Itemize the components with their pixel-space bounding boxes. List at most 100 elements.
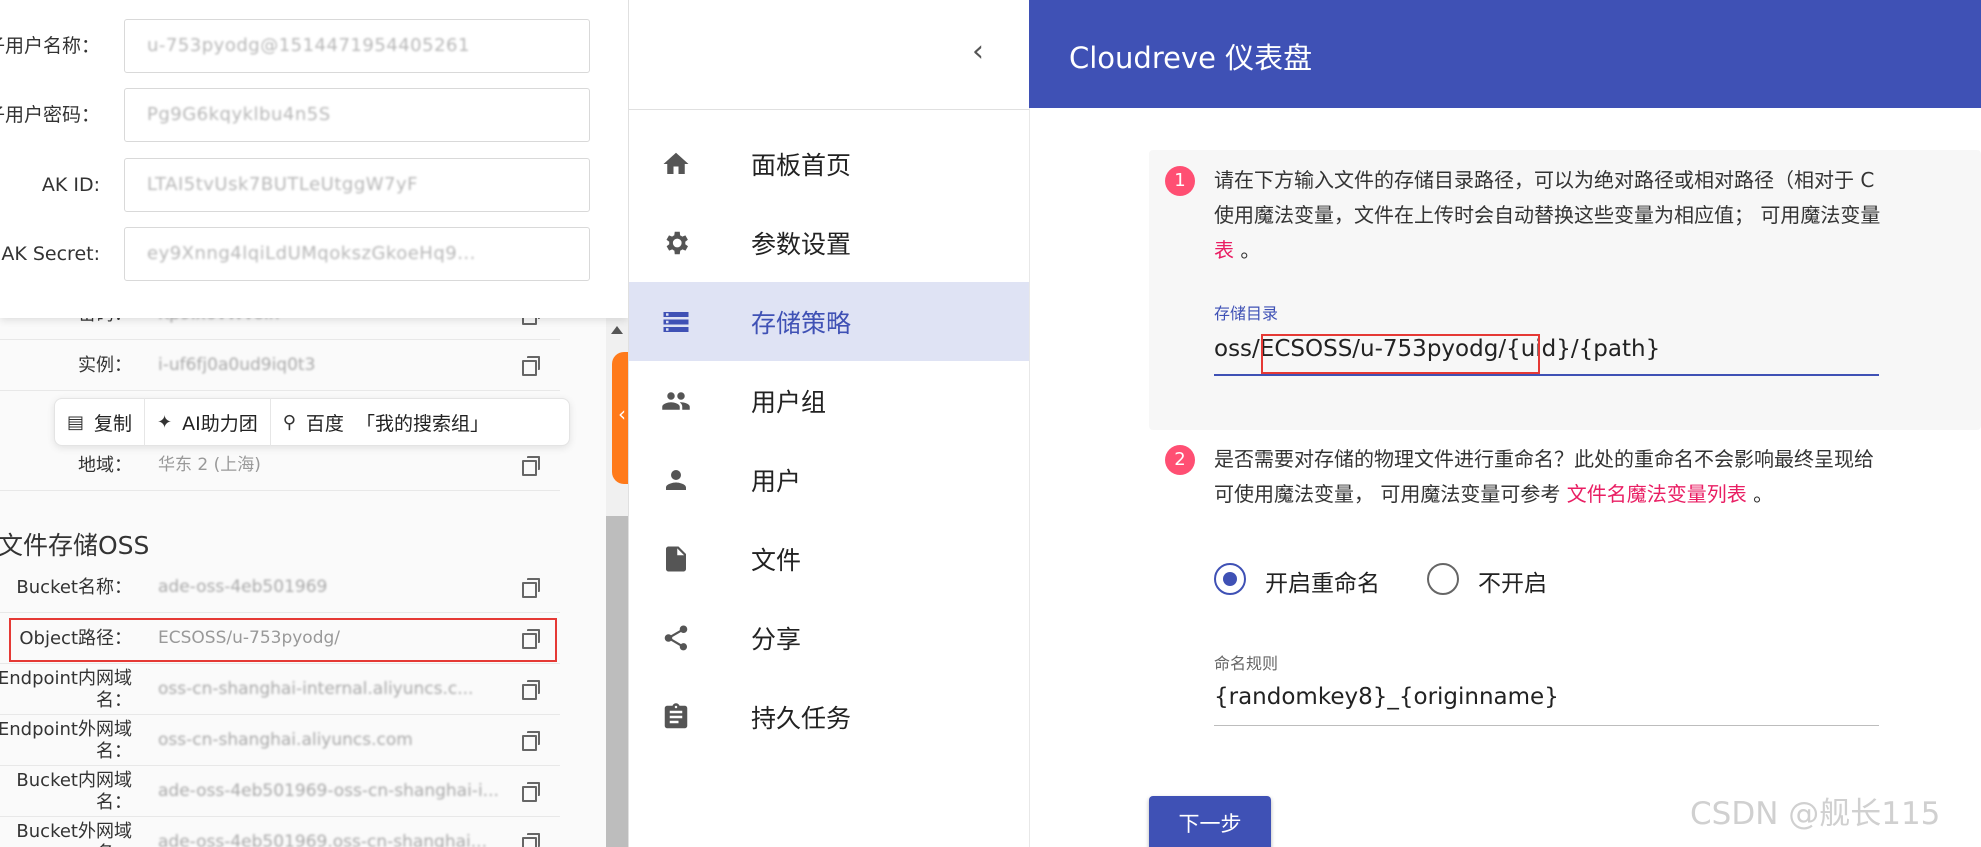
rename-on-radio[interactable]: [1214, 563, 1246, 595]
region-value: 华东 2 (上海): [158, 455, 261, 475]
step-2-text-suffix: 。: [1746, 482, 1774, 506]
ak-secret-field[interactable]: ey9Xnng4lqiLdUMqokszGkoeHq9...: [124, 227, 590, 281]
copy-icon[interactable]: [522, 731, 540, 751]
sub-user-name-value: u-753pyodg@1514471954405261: [147, 35, 470, 56]
sidebar-item-dashboard[interactable]: 面板首页: [629, 124, 1029, 203]
sidebar-item-tasks[interactable]: 持久任务: [629, 677, 1029, 756]
scroll-up-arrow-icon[interactable]: [611, 326, 623, 334]
ak-secret-row: AK Secret: ey9Xnng4lqiLdUMqokszGkoeHq9..…: [0, 227, 628, 281]
sidebar-item-shares[interactable]: 分享: [629, 598, 1029, 677]
search-icon: ⚲: [282, 411, 296, 433]
magic-variable-link[interactable]: 表: [1214, 238, 1234, 262]
object-path-value: ECSOSS/u-753pyodg/: [158, 628, 341, 648]
share-icon: [659, 623, 693, 653]
storage-icon: [659, 307, 693, 337]
sidebar-item-label: 面板首页: [751, 150, 852, 180]
sub-user-password-value: Pg9G6kqyklbu4n5S: [147, 104, 331, 125]
sidebar-header: ‹: [629, 0, 1029, 110]
sub-user-password-label: 子用户密码：: [0, 104, 100, 126]
main-content: Cloudreve 仪表盘 1 请在下方输入文件的存储目录路径，可以为绝对路径或…: [1029, 0, 1981, 847]
file-icon: [659, 544, 693, 574]
ak-id-label: AK ID:: [41, 174, 100, 196]
sidebar-item-user-groups[interactable]: 用户组: [629, 361, 1029, 440]
instance-row: 实例： i-uf6fj0a0ud9iq0t3: [0, 341, 560, 391]
credential-panel: 子用户名称： u-753pyodg@1514471954405261 子用户密码…: [0, 0, 628, 847]
sidebar-item-label: 用户: [751, 466, 802, 496]
filename-magic-variable-link[interactable]: 文件名魔法变量列表: [1567, 482, 1747, 506]
endpoint-internal-value: oss-cn-shanghai-internal.aliyuncs.c...: [158, 679, 474, 699]
bucket-name-row: Bucket名称： ade-oss-4eb501969: [0, 563, 560, 613]
chevron-left-icon[interactable]: ‹: [963, 37, 993, 68]
ak-secret-label: AK Secret:: [1, 243, 100, 265]
storage-dir-suffix: /{uid}/{path}: [1498, 336, 1661, 362]
sidebar-item-users[interactable]: 用户: [629, 440, 1029, 519]
storage-dir-underline: [1214, 374, 1879, 376]
ai-assist-label: AI助力团: [182, 412, 258, 435]
sidebar-item-label: 用户组: [751, 387, 827, 417]
endpoint-internal-label-line1: Endpoint内网域: [0, 668, 132, 689]
sidebar-item-storage-policy[interactable]: 存储策略: [629, 282, 1029, 361]
ak-id-field[interactable]: LTAI5tvUsk7BUTLeUtggW7yF: [124, 158, 590, 212]
copy-icon[interactable]: [522, 456, 540, 476]
sidebar-item-files[interactable]: 文件: [629, 519, 1029, 598]
instance-label: 实例：: [78, 355, 132, 376]
copy-icon[interactable]: [522, 356, 540, 376]
ai-assist-action[interactable]: ✦ AI助力团: [145, 398, 271, 446]
bucket-internal-row: Bucket内网域 名： ade-oss-4eb501969-oss-cn-sha…: [0, 767, 560, 817]
endpoint-external-label-line1: Endpoint外网域: [0, 719, 132, 740]
next-step-button[interactable]: 下一步: [1149, 796, 1271, 847]
sidebar-item-label: 文件: [751, 545, 802, 575]
copy-icon[interactable]: [522, 833, 540, 847]
gear-icon: [659, 228, 693, 258]
sidebar-item-label: 分享: [751, 624, 802, 654]
sub-user-password-field[interactable]: Pg9G6kqyklbu4n5S: [124, 88, 590, 142]
rename-on-label: 开启重命名: [1265, 571, 1380, 597]
step-2-number: 2: [1165, 445, 1195, 475]
endpoint-external-row: Endpoint外网域 名： oss-cn-shanghai.aliyuncs.c…: [0, 716, 560, 766]
copy-icon[interactable]: [522, 578, 540, 598]
step-1-text-line2: 使用魔法变量，文件在上传时会自动替换这些变量为相应值； 可用魔法变量: [1214, 203, 1881, 227]
copy-icon[interactable]: [522, 629, 540, 649]
side-expand-tab[interactable]: [612, 352, 628, 484]
naming-rule-label: 命名规则: [1214, 654, 1279, 673]
oss-section-title: 文件存储OSS: [0, 531, 150, 560]
rename-off-radio[interactable]: [1427, 563, 1459, 595]
baidu-label: 百度: [305, 412, 344, 435]
bucket-external-row: Bucket外网域名： ade-oss-4eb501969.oss-cn-sha…: [0, 818, 560, 847]
endpoint-internal-row: Endpoint内网域 名： oss-cn-shanghai-internal.a…: [0, 665, 560, 715]
copy-icon[interactable]: [522, 782, 540, 802]
search-group-label: 「我的搜索组」: [355, 412, 489, 435]
step-1-text-line3: 表 。: [1214, 233, 1260, 268]
bucket-external-value: ade-oss-4eb501969.oss-cn-shanghai...: [158, 832, 487, 847]
sidebar-item-label: 参数设置: [751, 229, 852, 259]
sparkle-icon: ✦: [157, 411, 173, 433]
sub-user-name-row: 子用户名称： u-753pyodg@1514471954405261: [0, 19, 628, 73]
region-row: 地域： 华东 2 (上海): [0, 441, 560, 491]
bucket-internal-label: Bucket内网域 名：: [16, 767, 132, 817]
sub-user-name-field[interactable]: u-753pyodg@1514471954405261: [124, 19, 590, 73]
storage-dir-label: 存储目录: [1214, 304, 1279, 323]
copy-icon[interactable]: [522, 680, 540, 700]
step-2-text-line2: 可使用魔法变量， 可用魔法变量可参考 文件名魔法变量列表 。: [1214, 477, 1773, 512]
step-2-text-line1: 是否需要对存储的物理文件进行重命名？此处的重命名不会影响最终呈现给: [1214, 447, 1874, 471]
instance-value: i-uf6fj0a0ud9iq0t3: [158, 355, 316, 375]
step-1-text-line1: 请在下方输入文件的存储目录路径，可以为绝对路径或相对路径（相对于 C: [1214, 168, 1875, 192]
bucket-external-label-line2: 名：: [96, 843, 132, 847]
baidu-search-action[interactable]: ⚲ 百度 「我的搜索组」: [271, 398, 501, 446]
copy-action[interactable]: ▤ 复制: [55, 398, 146, 446]
storage-dir-input[interactable]: oss/ECSOSS/u-753pyodg/{uid}/{path}: [1214, 336, 1660, 362]
user-icon: [659, 465, 693, 495]
naming-rule-input[interactable]: {randomkey8}_{originname}: [1214, 684, 1559, 710]
document-icon: ▤: [67, 411, 85, 433]
scrollbar-thumb[interactable]: [606, 516, 628, 847]
endpoint-external-label: Endpoint外网域 名：: [0, 716, 132, 766]
storage-dir-prefix: oss/: [1214, 336, 1260, 362]
sidebar-item-settings[interactable]: 参数设置: [629, 203, 1029, 282]
bucket-external-label: Bucket外网域名：: [16, 818, 132, 847]
object-path-row: Object路径： ECSOSS/u-753pyodg/: [0, 614, 560, 664]
sidebar-item-label: 持久任务: [751, 703, 852, 733]
copy-action-label: 复制: [94, 412, 133, 435]
sub-user-password-row: 子用户密码： Pg9G6kqyklbu4n5S: [0, 88, 628, 142]
csdn-watermark: CSDN @舰长115: [1690, 796, 1941, 832]
sidebar-item-label: 存储策略: [751, 308, 852, 338]
